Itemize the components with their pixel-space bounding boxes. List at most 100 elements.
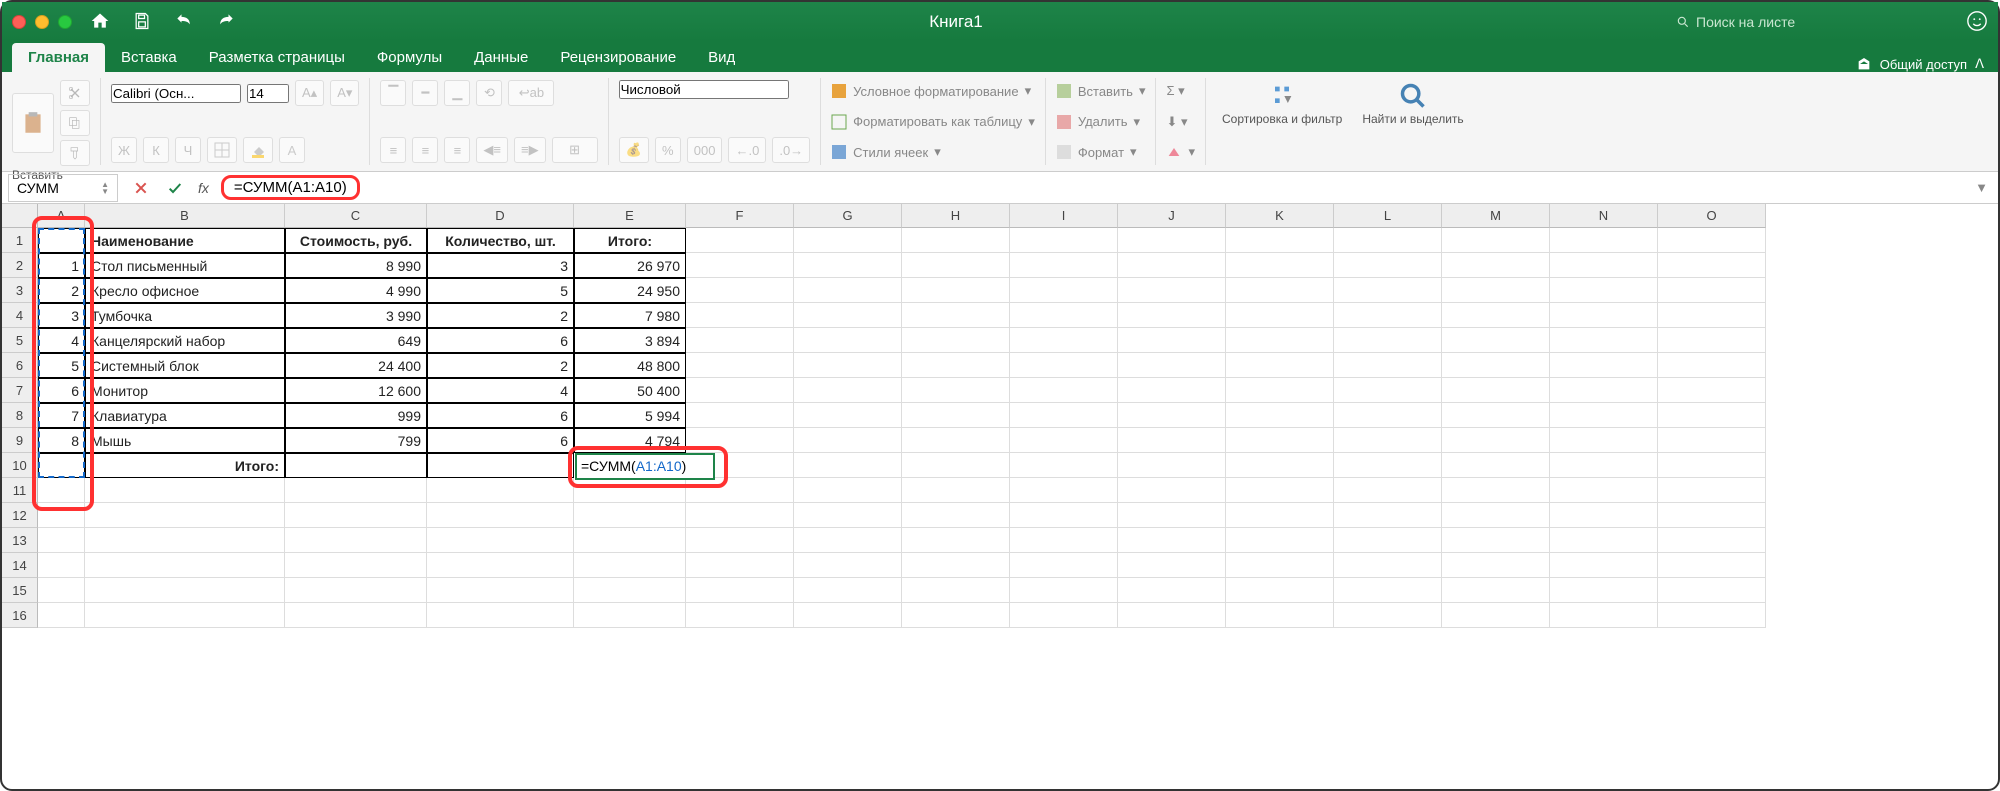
cell-C4[interactable]: 3 990 [285, 303, 427, 328]
cell-E8[interactable]: 5 994 [574, 403, 686, 428]
cell-J3[interactable] [1118, 278, 1226, 303]
row-header-5[interactable]: 5 [2, 328, 38, 353]
align-right-button[interactable]: ≡ [444, 137, 470, 163]
cell-K7[interactable] [1226, 378, 1334, 403]
cell-H8[interactable] [902, 403, 1010, 428]
maximize-window-button[interactable] [58, 15, 72, 29]
cell-J13[interactable] [1118, 528, 1226, 553]
cell-H13[interactable] [902, 528, 1010, 553]
home-icon[interactable] [90, 11, 110, 34]
cell-B14[interactable] [85, 553, 285, 578]
cell-C13[interactable] [285, 528, 427, 553]
cell-K14[interactable] [1226, 553, 1334, 578]
cell-F2[interactable] [686, 253, 794, 278]
cell-M9[interactable] [1442, 428, 1550, 453]
active-cell-e10[interactable]: =СУММ(A1:A10) [575, 453, 715, 480]
cell-M7[interactable] [1442, 378, 1550, 403]
cell-H15[interactable] [902, 578, 1010, 603]
cell-K8[interactable] [1226, 403, 1334, 428]
cells-area[interactable]: Итого:4 7946799Мышь85 9946999Клавиатура7… [38, 228, 1998, 628]
cell-B4[interactable]: Тумбочка [85, 303, 285, 328]
col-header-G[interactable]: G [794, 204, 902, 228]
cell-F9[interactable] [686, 428, 794, 453]
row-header-3[interactable]: 3 [2, 278, 38, 303]
cell-A12[interactable] [38, 503, 85, 528]
sort-filter-button[interactable]: Сортировка и фильтр [1216, 80, 1348, 163]
cell-C2[interactable]: 8 990 [285, 253, 427, 278]
cell-N4[interactable] [1550, 303, 1658, 328]
cell-A13[interactable] [38, 528, 85, 553]
merge-button[interactable]: ⊞ [552, 137, 598, 163]
cell-N15[interactable] [1550, 578, 1658, 603]
cell-O10[interactable] [1658, 453, 1766, 478]
cell-E6[interactable]: 48 800 [574, 353, 686, 378]
collapse-ribbon-icon[interactable]: ᐱ [1975, 56, 1984, 72]
cell-B15[interactable] [85, 578, 285, 603]
cell-D12[interactable] [427, 503, 574, 528]
cell-N16[interactable] [1550, 603, 1658, 628]
find-select-button[interactable]: Найти и выделить [1356, 80, 1469, 163]
underline-button[interactable]: Ч [175, 137, 201, 163]
bold-button[interactable]: Ж [111, 137, 137, 163]
cell-B11[interactable] [85, 478, 285, 503]
cell-G15[interactable] [794, 578, 902, 603]
row-header-9[interactable]: 9 [2, 428, 38, 453]
cell-O8[interactable] [1658, 403, 1766, 428]
cell-D2[interactable]: 3 [427, 253, 574, 278]
cell-O7[interactable] [1658, 378, 1766, 403]
cell-F4[interactable] [686, 303, 794, 328]
copy-icon[interactable] [60, 110, 90, 136]
cell-K16[interactable] [1226, 603, 1334, 628]
cell-D1[interactable]: Количество, шт. [427, 228, 574, 253]
cell-K6[interactable] [1226, 353, 1334, 378]
cell-M6[interactable] [1442, 353, 1550, 378]
cell-D3[interactable]: 5 [427, 278, 574, 303]
cell-F1[interactable] [686, 228, 794, 253]
cell-D15[interactable] [427, 578, 574, 603]
cell-I10[interactable] [1010, 453, 1118, 478]
cell-C11[interactable] [285, 478, 427, 503]
cell-C14[interactable] [285, 553, 427, 578]
cell-K1[interactable] [1226, 228, 1334, 253]
cancel-formula-button[interactable] [127, 174, 155, 202]
cut-icon[interactable] [60, 80, 90, 106]
number-format-combo[interactable] [619, 80, 789, 99]
cell-G6[interactable] [794, 353, 902, 378]
format-painter-icon[interactable] [60, 140, 90, 166]
cell-D13[interactable] [427, 528, 574, 553]
cell-C10[interactable] [285, 453, 427, 478]
cell-J16[interactable] [1118, 603, 1226, 628]
cell-H14[interactable] [902, 553, 1010, 578]
cell-M3[interactable] [1442, 278, 1550, 303]
row-header-2[interactable]: 2 [2, 253, 38, 278]
cell-D8[interactable]: 6 [427, 403, 574, 428]
cell-L13[interactable] [1334, 528, 1442, 553]
cell-O6[interactable] [1658, 353, 1766, 378]
row-header-15[interactable]: 15 [2, 578, 38, 603]
cell-L3[interactable] [1334, 278, 1442, 303]
col-header-D[interactable]: D [427, 204, 574, 228]
col-header-E[interactable]: E [574, 204, 686, 228]
cell-K15[interactable] [1226, 578, 1334, 603]
cell-E3[interactable]: 24 950 [574, 278, 686, 303]
italic-button[interactable]: К [143, 137, 169, 163]
minimize-window-button[interactable] [35, 15, 49, 29]
cell-L2[interactable] [1334, 253, 1442, 278]
cell-E7[interactable]: 50 400 [574, 378, 686, 403]
cell-G12[interactable] [794, 503, 902, 528]
cell-J9[interactable] [1118, 428, 1226, 453]
align-left-button[interactable]: ≡ [380, 137, 406, 163]
cell-N14[interactable] [1550, 553, 1658, 578]
cell-L4[interactable] [1334, 303, 1442, 328]
row-header-8[interactable]: 8 [2, 403, 38, 428]
cell-B10[interactable]: Итого: [85, 453, 285, 478]
cell-N13[interactable] [1550, 528, 1658, 553]
cell-O11[interactable] [1658, 478, 1766, 503]
cell-D7[interactable]: 4 [427, 378, 574, 403]
cell-O12[interactable] [1658, 503, 1766, 528]
cell-L10[interactable] [1334, 453, 1442, 478]
cell-I7[interactable] [1010, 378, 1118, 403]
font-size-combo[interactable] [247, 84, 289, 103]
cell-H1[interactable] [902, 228, 1010, 253]
cell-H3[interactable] [902, 278, 1010, 303]
